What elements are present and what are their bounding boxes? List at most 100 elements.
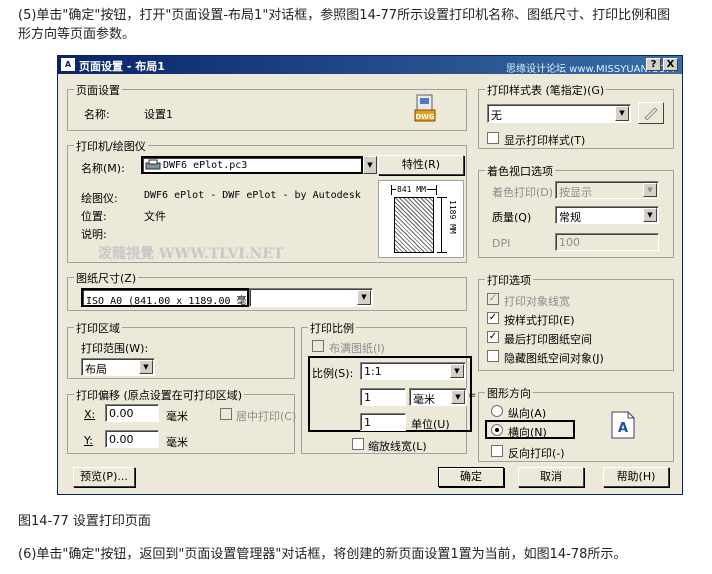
help-title-button[interactable]: ? <box>646 58 661 71</box>
scale-lineweight-checkbox[interactable] <box>352 438 364 450</box>
page-setup-dialog: A 页面设置 - 布局1 思缘设计论坛 www.MISSYUAN.COM ? X… <box>57 55 683 495</box>
plot-lineweights-checkbox[interactable]: ✓ <box>487 293 499 305</box>
printer-icon <box>145 159 161 172</box>
page-setup-name-value: 设置1 <box>144 108 173 121</box>
offset-y-label: Y: <box>84 434 93 447</box>
scale-unit-dropdown-arrow[interactable]: ▼ <box>451 390 465 404</box>
paper-size-select-tail[interactable]: ▼ <box>249 288 373 307</box>
paper-size-group-label: 图纸尺寸(Z) <box>74 270 139 286</box>
scale-unit-value: 毫米 <box>413 393 435 406</box>
dpi-input[interactable]: 100 <box>555 233 659 251</box>
intro-line-2: 形方向等页面参数。 <box>18 27 136 42</box>
paper-size-dropdown-arrow[interactable]: ▼ <box>357 290 371 305</box>
plot-style-value: 无 <box>491 109 502 122</box>
shade-plot-label: 着色打印(D) <box>492 186 554 199</box>
orientation-group: 图形方向 纵向(A) 横向(N) 反向打印(-) A <box>478 385 674 462</box>
description-label: 说明: <box>81 228 107 241</box>
scale-value2-input[interactable]: 1 <box>360 413 406 431</box>
show-plot-styles-checkbox[interactable] <box>487 132 499 144</box>
upside-down-checkbox[interactable] <box>491 445 503 457</box>
dialog-title: 页面设置 - 布局1 <box>79 60 165 73</box>
shade-plot-dropdown-arrow[interactable]: ▼ <box>643 183 657 197</box>
scale-unit-select[interactable]: 毫米 ▼ <box>409 388 467 406</box>
printer-dropdown-arrow[interactable]: ▼ <box>363 156 377 174</box>
center-plot-checkbox[interactable] <box>220 408 232 420</box>
page-setup-name-label: 名称: <box>84 108 110 121</box>
plot-with-styles-checkbox[interactable]: ✓ <box>487 312 499 324</box>
page-setup-group: 页面设置 名称: 设置1 DWG <box>67 82 467 131</box>
printer-name-label: 名称(M): <box>81 162 125 175</box>
portrait-radio[interactable] <box>491 405 503 417</box>
cancel-button[interactable]: 取消 <box>518 467 584 487</box>
edit-style-button[interactable] <box>638 102 664 124</box>
plot-scale-group-label: 打印比例 <box>308 320 356 336</box>
scale-select[interactable]: 1:1 ▼ <box>360 362 466 380</box>
preview-height-label: 1189 MM <box>448 200 457 234</box>
ok-button[interactable]: 确定 <box>438 467 504 487</box>
scale-dropdown-arrow[interactable]: ▼ <box>450 364 464 378</box>
hide-paperspace-objects-checkbox[interactable] <box>487 350 499 362</box>
landscape-label: 横向(N) <box>508 426 547 439</box>
plot-with-styles-label: 按样式打印(E) <box>504 314 575 327</box>
tlvi-watermark: 泼龍視覺 WWW.TLVI.NET <box>98 246 284 262</box>
offset-x-label: X: <box>84 408 96 421</box>
title-bar[interactable]: A 页面设置 - 布局1 思缘设计论坛 www.MISSYUAN.COM ? X <box>58 56 682 75</box>
printer-name-value: DWF6 ePlot.pc3 <box>163 160 248 171</box>
paper-hatch <box>394 197 434 253</box>
plot-range-value: 布局 <box>85 363 107 376</box>
landscape-radio[interactable] <box>491 424 503 436</box>
svg-text:DWG: DWG <box>415 113 435 121</box>
outro-paragraph: (6)单击"确定"按钮，返回到"页面设置管理器"对话框，将创建的新页面设置1置为… <box>18 547 627 562</box>
paper-size-group: 图纸尺寸(Z) ISO A0 (841.00 x 1189.00 毫米) ▼ <box>67 270 467 311</box>
help-button[interactable]: 帮助(H) <box>603 467 669 487</box>
close-button[interactable]: X <box>663 58 678 71</box>
plot-paperspace-last-checkbox[interactable]: ✓ <box>487 331 499 343</box>
paper-size-select[interactable]: ISO A0 (841.00 x 1189.00 毫米) <box>81 288 249 307</box>
plotter-value: DWF6 ePlot - DWF ePlot - by Autodesk <box>144 190 361 201</box>
plot-paperspace-last-label: 最后打印图纸空间 <box>504 333 592 346</box>
offset-x-input[interactable]: 0.00 <box>105 404 159 422</box>
show-plot-styles-label: 显示打印样式(T) <box>504 134 586 147</box>
plot-offset-group: 打印偏移 (原点设置在可打印区域) X: 0.00 毫米 居中打印(C) Y: … <box>67 387 296 454</box>
plot-range-dropdown-arrow[interactable]: ▼ <box>139 360 153 374</box>
plot-style-select[interactable]: 无 ▼ <box>487 104 631 123</box>
preview-button[interactable]: 预览(P)... <box>73 467 135 487</box>
printer-group: 打印机/绘图仪 名称(M): DWF6 ePlot.pc3 ▼ 特性(R) 绘图… <box>67 138 467 263</box>
scale-label: 比例(S): <box>312 367 354 380</box>
offset-y-input[interactable]: 0.00 <box>105 430 159 448</box>
shaded-viewport-group: 着色视口选项 着色打印(D) 按显示 ▼ 质量(Q) 常规 ▼ DPI 100 <box>478 163 674 258</box>
plot-offset-group-label: 打印偏移 (原点设置在可打印区域) <box>74 387 245 403</box>
quality-select[interactable]: 常规 ▼ <box>555 206 659 224</box>
quality-value: 常规 <box>559 211 581 224</box>
dwg-file-icon: DWG <box>414 94 436 122</box>
landscape-highlight-box: 横向(N) <box>485 420 575 439</box>
scale-value1-input[interactable]: 1 <box>360 388 406 406</box>
hide-paperspace-objects-label: 隐藏图纸空间对象(J) <box>504 352 604 365</box>
upside-down-label: 反向打印(-) <box>508 447 565 460</box>
svg-text:A: A <box>618 421 628 436</box>
equals-sign: = <box>468 390 477 401</box>
scale-value: 1:1 <box>364 365 382 378</box>
scale-lineweight-label: 缩放线宽(L) <box>368 440 427 453</box>
plot-options-group: 打印选项 ✓ 打印对象线宽 ✓ 按样式打印(E) ✓ 最后打印图纸空间 隐藏图纸… <box>478 272 674 371</box>
fit-to-paper-checkbox[interactable] <box>312 340 324 352</box>
properties-button[interactable]: 特性(R) <box>378 155 464 175</box>
paper-size-value: ISO A0 (841.00 x 1189.00 毫米) <box>86 296 249 307</box>
plot-style-dropdown-arrow[interactable]: ▼ <box>615 106 629 121</box>
plot-range-select[interactable]: 布局 ▼ <box>81 358 155 376</box>
offset-y-unit: 毫米 <box>166 436 188 449</box>
preview-width-label: 841 MM <box>396 185 427 194</box>
plot-lineweights-label: 打印对象线宽 <box>504 295 570 308</box>
plot-style-table-label: 打印样式表 (笔指定)(G) <box>485 82 607 98</box>
printer-name-select[interactable]: DWF6 ePlot.pc3 <box>141 156 363 174</box>
fit-to-paper-label: 布满图纸(I) <box>329 342 385 355</box>
shaded-viewport-label: 着色视口选项 <box>485 163 555 179</box>
quality-dropdown-arrow[interactable]: ▼ <box>643 208 657 222</box>
figure-caption: 图14-77 设置打印页面 <box>18 514 151 529</box>
quality-label: 质量(Q) <box>492 211 532 224</box>
shade-plot-value: 按显示 <box>559 186 592 199</box>
portrait-label: 纵向(A) <box>508 407 547 420</box>
shade-plot-select[interactable]: 按显示 ▼ <box>555 181 659 199</box>
plot-options-label: 打印选项 <box>485 272 533 288</box>
plot-area-group: 打印区域 打印范围(W): 布局 ▼ <box>67 320 295 379</box>
